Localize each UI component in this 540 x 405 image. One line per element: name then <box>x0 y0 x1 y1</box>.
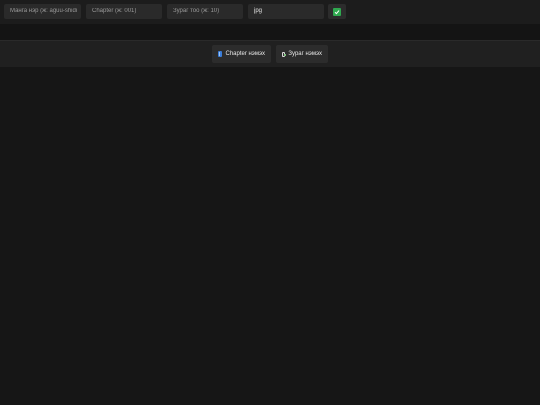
main-content-area <box>0 67 540 405</box>
add-image-button[interactable]: Зураг нэмэх <box>276 45 328 63</box>
input-toolbar <box>0 0 540 24</box>
add-image-label: Зураг нэмэх <box>288 51 322 57</box>
confirm-button[interactable] <box>328 4 346 19</box>
image-count-input[interactable] <box>167 4 243 19</box>
manga-name-input[interactable] <box>4 4 81 19</box>
add-chapter-button[interactable]: Chapter нэмэх <box>212 45 271 63</box>
action-bar: Chapter нэмэх Зураг нэмэх <box>0 40 540 67</box>
image-icon <box>282 51 287 57</box>
check-mark-icon <box>333 7 341 16</box>
toolbar-gap <box>0 24 540 40</box>
file-extension-input[interactable] <box>248 4 324 19</box>
add-chapter-label: Chapter нэмэх <box>225 51 265 57</box>
book-icon <box>218 51 223 57</box>
chapter-input[interactable] <box>86 4 162 19</box>
